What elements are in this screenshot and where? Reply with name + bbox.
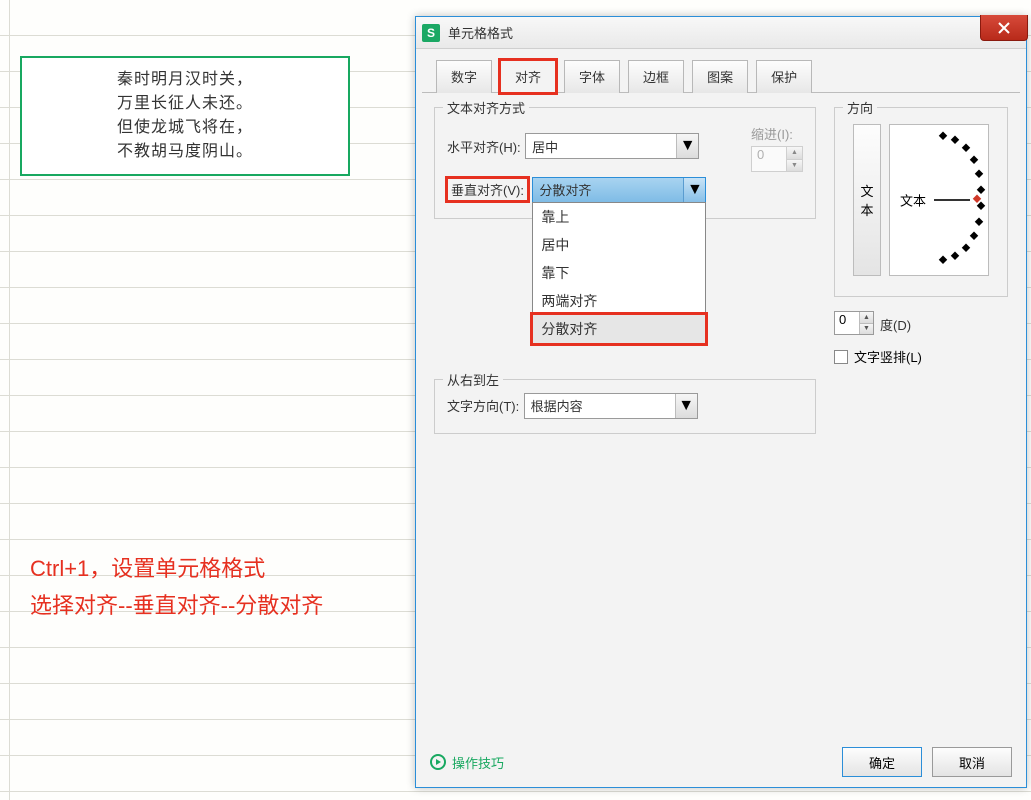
h-align-input[interactable] (525, 133, 699, 159)
dial-line (934, 199, 970, 201)
dialog-titlebar[interactable]: S 单元格格式 (416, 17, 1026, 49)
text-alignment-group: 文本对齐方式 水平对齐(H): ▼ 缩进(I): 0 ▲▼ (434, 107, 816, 219)
vertical-text-checkbox[interactable]: 文字竖排(L) (834, 347, 1008, 366)
chevron-down-icon[interactable]: ▼ (683, 178, 705, 202)
play-icon (430, 754, 446, 770)
tab-pattern[interactable]: 图案 (692, 60, 748, 93)
option-justify[interactable]: 两端对齐 (533, 287, 705, 315)
group-legend: 从右到左 (443, 370, 503, 389)
tips-link[interactable]: 操作技巧 (430, 753, 504, 772)
poem-line: 不教胡马度阴山。 (117, 140, 253, 164)
v-align-dropdown: 靠上 居中 靠下 两端对齐 分散对齐 (532, 202, 706, 344)
option-distributed[interactable]: 分散对齐 (532, 314, 706, 344)
poem-line: 秦时明月汉时关， (117, 68, 253, 92)
group-legend: 文本对齐方式 (443, 98, 529, 117)
indent-label: 缩进(I): (751, 124, 793, 143)
tab-alignment[interactable]: 对齐 (500, 60, 556, 93)
dialog-title: 单元格格式 (448, 23, 513, 42)
text-direction-combo[interactable]: ▼ (524, 393, 698, 419)
ok-button[interactable]: 确定 (842, 747, 922, 777)
h-align-label: 水平对齐(H): (447, 137, 521, 156)
instruction-text: Ctrl+1，设置单元格格式 选择对齐--垂直对齐--分散对齐 (30, 550, 323, 625)
cell-format-dialog: S 单元格格式 数字 对齐 字体 边框 图案 保护 文本对齐方式 水平对齐(H)… (415, 16, 1027, 788)
tab-font[interactable]: 字体 (564, 60, 620, 93)
poem-line: 万里长征人未还。 (117, 92, 253, 116)
rtl-group: 从右到左 文字方向(T): ▼ (434, 379, 816, 434)
close-button[interactable] (980, 15, 1028, 41)
tab-protection[interactable]: 保护 (756, 60, 812, 93)
v-align-label: 垂直对齐(V): (447, 178, 528, 201)
chevron-down-icon[interactable]: ▼ (676, 134, 698, 158)
close-icon (997, 21, 1011, 35)
orientation-group: 方向 文本 文本 (834, 107, 1008, 297)
option-top[interactable]: 靠上 (533, 203, 705, 231)
checkbox-icon (834, 350, 848, 364)
orientation-dial[interactable]: 文本 (889, 124, 989, 276)
degree-label: 度(D) (880, 315, 911, 334)
poem-cell[interactable]: 秦时明月汉时关， 万里长征人未还。 但使龙城飞将在， 不教胡马度阴山。 (20, 56, 350, 176)
v-align-combo[interactable]: ▼ 靠上 居中 靠下 两端对齐 分散对齐 (532, 177, 706, 203)
cancel-button[interactable]: 取消 (932, 747, 1012, 777)
vertical-text-button[interactable]: 文本 (853, 124, 881, 276)
v-align-input[interactable] (532, 177, 706, 203)
indent-spinner: 0 ▲▼ (751, 146, 803, 172)
h-align-combo[interactable]: ▼ (525, 133, 699, 159)
tab-number[interactable]: 数字 (436, 60, 492, 93)
tab-bar: 数字 对齐 字体 边框 图案 保护 (422, 49, 1020, 93)
tab-border[interactable]: 边框 (628, 60, 684, 93)
app-logo-icon: S (422, 24, 440, 42)
poem-line: 但使龙城飞将在， (117, 116, 253, 140)
degree-spinner[interactable]: 0 ▲▼ (834, 311, 874, 335)
option-bottom[interactable]: 靠下 (533, 259, 705, 287)
option-center[interactable]: 居中 (533, 231, 705, 259)
text-direction-input[interactable] (524, 393, 698, 419)
group-legend: 方向 (843, 98, 877, 117)
text-direction-label: 文字方向(T): (447, 396, 519, 415)
chevron-down-icon[interactable]: ▼ (675, 394, 697, 418)
checkbox-label: 文字竖排(L) (854, 347, 922, 366)
